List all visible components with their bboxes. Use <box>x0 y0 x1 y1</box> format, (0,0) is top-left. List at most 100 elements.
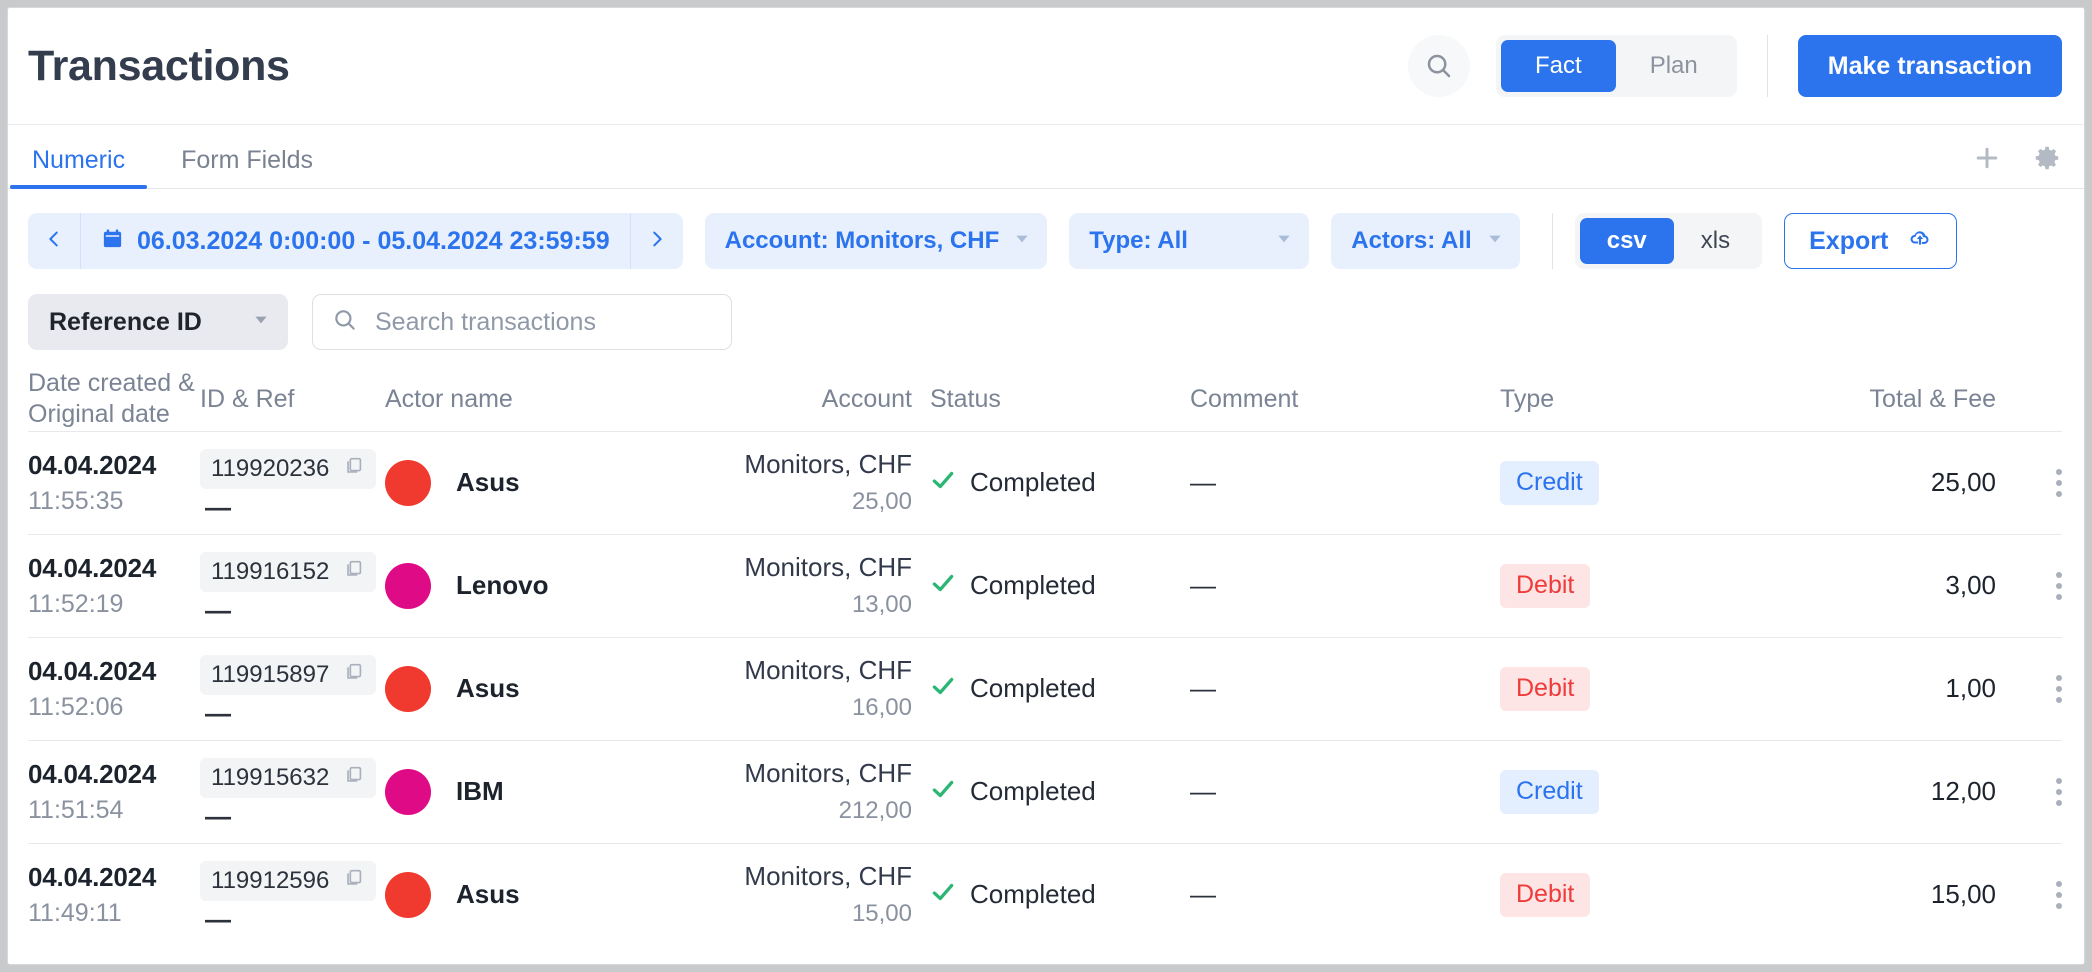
row-total: 3,00 <box>1945 570 1996 600</box>
make-transaction-button[interactable]: Make transaction <box>1797 35 2062 97</box>
copy-icon[interactable] <box>343 764 365 791</box>
row-date: 04.04.2024 <box>28 758 157 789</box>
check-icon <box>930 570 956 601</box>
cell-account: Monitors, CHF 16,00 <box>705 655 930 722</box>
fact-button[interactable]: Fact <box>1501 40 1616 92</box>
row-status: Completed <box>970 467 1096 497</box>
search-input[interactable] <box>375 307 712 337</box>
column-header-id-ref: ID & Ref <box>200 384 295 413</box>
cell-date: 04.04.2024 11:49:11 <box>28 862 200 928</box>
cell-id-ref: 119915632 — <box>200 757 385 831</box>
filter-divider <box>1551 213 1553 269</box>
tab-bar: Numeric Form Fields <box>8 125 2084 189</box>
copy-id-chip[interactable]: 119916152 <box>200 551 377 592</box>
cell-actor: Asus <box>385 665 705 712</box>
cell-date: 04.04.2024 11:55:35 <box>28 450 200 516</box>
copy-icon[interactable] <box>343 455 365 482</box>
row-total: 12,00 <box>1930 776 1996 806</box>
copy-icon[interactable] <box>343 558 365 585</box>
status-badge: Credit <box>1500 769 1599 814</box>
cell-status: Completed <box>930 673 1190 704</box>
row-date: 04.04.2024 <box>28 449 157 480</box>
column-header-actor: Actor name <box>385 384 513 413</box>
add-column-button[interactable] <box>1972 143 2002 178</box>
cell-actor: Asus <box>385 871 705 918</box>
date-range-text: 06.03.2024 0:00:00 - 05.04.2024 23:59:59 <box>137 226 610 255</box>
row-ref: — <box>205 491 231 522</box>
copy-id-chip[interactable]: 119915897 <box>200 654 377 695</box>
cell-type: Credit <box>1500 769 1800 814</box>
date-range-next-button[interactable] <box>631 213 683 269</box>
date-range-prev-button[interactable] <box>28 213 80 269</box>
row-menu-button[interactable] <box>2056 571 2062 600</box>
copy-id-chip[interactable]: 119920236 <box>200 448 377 489</box>
row-comment: — <box>1190 776 1216 806</box>
row-menu-button[interactable] <box>2056 880 2062 909</box>
copy-icon[interactable] <box>343 661 365 688</box>
column-header-account: Account <box>821 384 912 413</box>
cell-type: Debit <box>1500 563 1800 608</box>
row-time: 11:52:06 <box>28 692 124 721</box>
plan-button[interactable]: Plan <box>1616 40 1732 92</box>
cell-status: Completed <box>930 467 1190 498</box>
header-search-button[interactable] <box>1408 35 1471 97</box>
cell-comment: — <box>1190 776 1500 807</box>
cell-type: Credit <box>1500 460 1800 505</box>
export-format-toggle[interactable]: csv xls <box>1574 213 1763 269</box>
tab-numeric[interactable]: Numeric <box>9 148 148 189</box>
row-menu-button[interactable] <box>2056 468 2062 497</box>
table-row[interactable]: 04.04.2024 11:55:35 119920236 — Asus Monitors… <box>28 430 2062 534</box>
cell-type: Debit <box>1500 666 1800 711</box>
chevron-left-icon <box>43 228 65 255</box>
row-id: 119915897 <box>211 660 330 688</box>
row-actor-name: Asus <box>456 673 520 703</box>
tab-form-fields[interactable]: Form Fields <box>177 148 317 188</box>
table-row[interactable]: 04.04.2024 11:49:11 119912596 — Asus Monitors… <box>28 842 2062 946</box>
chevron-down-icon <box>1013 230 1031 253</box>
copy-icon[interactable] <box>343 867 365 894</box>
table-header-row: Date created & Original date ID & Ref Act… <box>28 368 2062 431</box>
date-range-filter[interactable]: 06.03.2024 0:00:00 - 05.04.2024 23:59:59 <box>28 213 683 269</box>
table-row[interactable]: 04.04.2024 11:52:06 119915897 — Asus Monitors… <box>28 636 2062 740</box>
column-header-comment: Comment <box>1190 384 1299 413</box>
row-account: Monitors, CHF <box>744 655 912 685</box>
row-total: 15,00 <box>1930 879 1996 909</box>
export-button-label: Export <box>1809 226 1889 255</box>
cell-id-ref: 119916152 — <box>200 551 385 623</box>
row-status: Completed <box>970 673 1096 703</box>
settings-button[interactable] <box>2032 143 2062 178</box>
cell-account: Monitors, CHF 13,00 <box>705 552 930 619</box>
search-transactions-box[interactable] <box>312 294 732 350</box>
row-account: Monitors, CHF <box>744 552 912 582</box>
export-button[interactable]: Export <box>1784 213 1958 269</box>
row-actor-name: IBM <box>456 776 504 806</box>
type-filter[interactable]: Type: All <box>1069 213 1310 269</box>
copy-id-chip[interactable]: 119912596 <box>200 860 377 901</box>
row-menu-button[interactable] <box>2056 674 2062 703</box>
copy-id-chip[interactable]: 119915632 <box>200 757 377 798</box>
account-filter-label: Account: Monitors, CHF <box>724 227 1000 254</box>
row-account-amount: 25,00 <box>851 488 912 515</box>
account-filter[interactable]: Account: Monitors, CHF <box>704 213 1048 269</box>
cell-account: Monitors, CHF 25,00 <box>705 449 930 516</box>
fact-plan-toggle[interactable]: Fact Plan <box>1496 35 1737 97</box>
row-comment: — <box>1190 467 1216 497</box>
row-id: 119916152 <box>211 557 330 585</box>
table-row[interactable]: 04.04.2024 11:52:19 119916152 — Lenovo Monito… <box>28 533 2062 637</box>
row-time: 11:51:54 <box>28 795 124 824</box>
row-ref: — <box>205 800 231 831</box>
actors-filter[interactable]: Actors: All <box>1331 213 1520 269</box>
filter-bar: 06.03.2024 0:00:00 - 05.04.2024 23:59:59… <box>8 189 2084 269</box>
row-comment: — <box>1190 879 1216 909</box>
row-actor-name: Asus <box>456 879 520 909</box>
search-field-selector-label: Reference ID <box>49 307 202 336</box>
search-field-selector[interactable]: Reference ID <box>28 294 288 350</box>
format-xls-button[interactable]: xls <box>1674 218 1757 264</box>
row-account-amount: 212,00 <box>838 797 912 824</box>
format-csv-button[interactable]: csv <box>1579 218 1674 264</box>
check-icon <box>930 467 956 498</box>
row-menu-button[interactable] <box>2056 777 2062 806</box>
date-range-value[interactable]: 06.03.2024 0:00:00 - 05.04.2024 23:59:59 <box>80 213 631 269</box>
plus-icon <box>1972 143 2002 178</box>
table-row[interactable]: 04.04.2024 11:51:54 119915632 — IBM Monitors,… <box>28 739 2062 843</box>
